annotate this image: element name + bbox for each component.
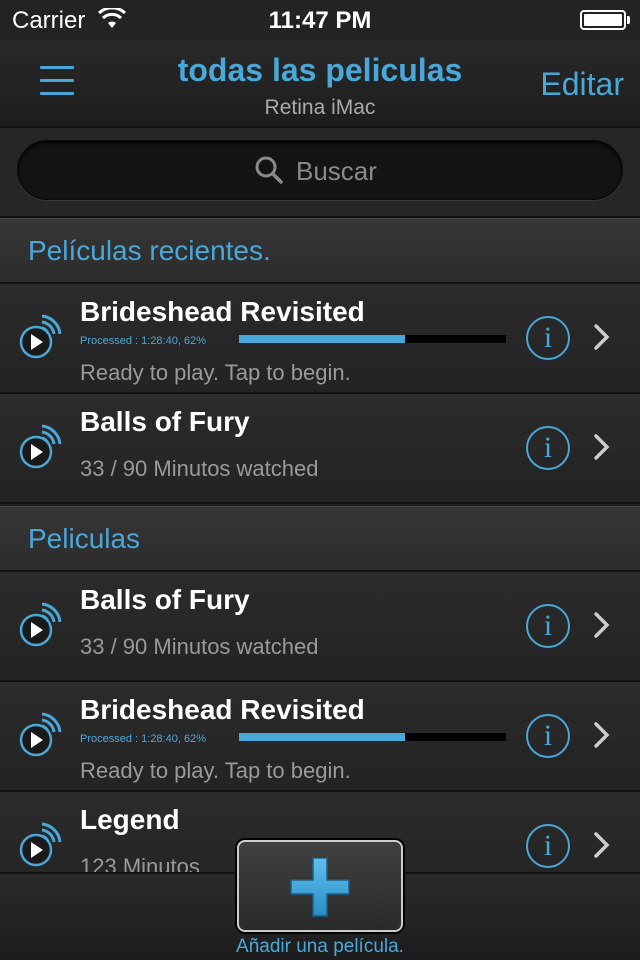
movie-title: Brideshead Revisited [80, 296, 365, 327]
movie-status: 33 / 90 Minutos watched [80, 456, 319, 481]
battery-icon [580, 10, 630, 30]
section-header-movies: Peliculas [0, 506, 640, 572]
info-icon[interactable]: i [526, 824, 570, 868]
search-placeholder: Buscar [296, 156, 377, 186]
list-item[interactable]: Brideshead Revisited Processed : 1:28:40… [0, 284, 640, 394]
chevron-right-icon [594, 434, 610, 460]
progress-bar [239, 733, 506, 741]
movie-title: Brideshead Revisited [80, 694, 365, 725]
movie-title: Legend [80, 804, 180, 835]
search-input[interactable]: Buscar [17, 140, 623, 200]
section-header-label: Peliculas [28, 523, 141, 554]
info-icon[interactable]: i [526, 714, 570, 758]
chevron-right-icon [594, 832, 610, 858]
play-stream-icon [19, 822, 62, 867]
list-item[interactable]: Balls of Fury 33 / 90 Minutos watched i [0, 572, 640, 682]
play-stream-icon [19, 712, 62, 757]
section-header-label: Películas recientes. [28, 235, 271, 266]
info-icon[interactable]: i [526, 426, 570, 470]
movie-status: Ready to play. Tap to begin. [80, 758, 351, 783]
search-icon [255, 156, 283, 184]
chevron-right-icon [594, 612, 610, 638]
movie-status: Ready to play. Tap to begin. [80, 360, 351, 385]
chevron-right-icon [594, 324, 610, 350]
progress-fill [239, 733, 405, 741]
navigation-bar: todas las peliculas Retina iMac Editar [0, 40, 640, 128]
play-stream-icon [19, 424, 62, 469]
progress-fill [239, 335, 405, 343]
list-item[interactable]: Balls of Fury 33 / 90 Minutos watched i [0, 394, 640, 504]
add-movie-button[interactable] [237, 840, 403, 932]
info-icon[interactable]: i [526, 316, 570, 360]
status-bar: Carrier 11:47 PM [0, 0, 640, 40]
movie-status: 33 / 90 Minutos watched [80, 634, 319, 659]
play-stream-icon [19, 602, 62, 647]
info-icon[interactable]: i [526, 604, 570, 648]
search-bar: Buscar [0, 128, 640, 218]
clock: 11:47 PM [268, 7, 372, 34]
play-stream-icon [19, 314, 62, 359]
processed-label: Processed : 1:28:40, 62% [80, 335, 206, 347]
edit-button[interactable]: Editar [540, 66, 624, 103]
plus-icon [290, 857, 350, 917]
list-item[interactable]: Brideshead Revisited Processed : 1:28:40… [0, 682, 640, 792]
chevron-right-icon [594, 722, 610, 748]
movie-title: Balls of Fury [80, 584, 250, 615]
processed-label: Processed : 1:28:40, 62% [80, 733, 206, 745]
add-movie-label[interactable]: Añadir una película. [0, 936, 640, 958]
section-header-recent: Películas recientes. [0, 218, 640, 284]
progress-bar [239, 335, 506, 343]
movie-title: Balls of Fury [80, 406, 250, 437]
